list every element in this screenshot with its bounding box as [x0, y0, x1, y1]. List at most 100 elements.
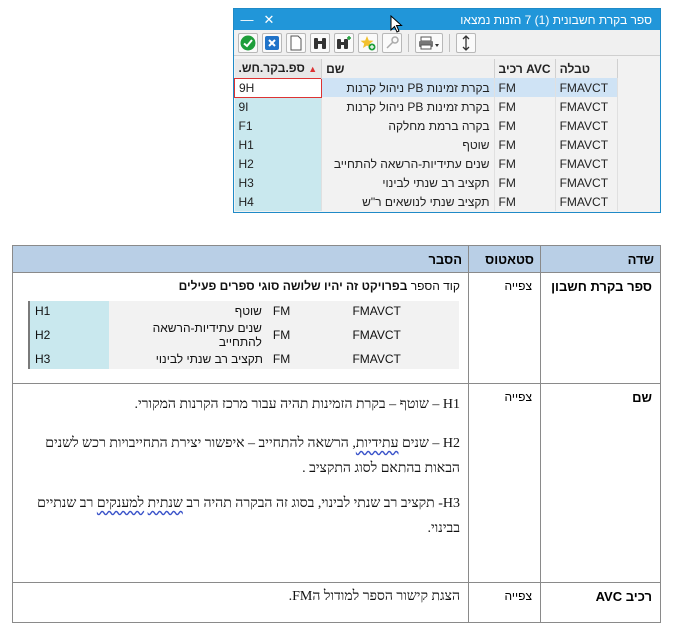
cell-code[interactable]: 9H	[234, 77, 323, 98]
cell-avc[interactable]: FM	[494, 78, 556, 97]
cell-code[interactable]: H1	[234, 135, 323, 154]
table-row[interactable]: F1 בקרה ברמת מחלקה FM FMAVCT	[234, 116, 619, 135]
mouse-cursor-icon	[390, 15, 403, 33]
field-status: צפייה	[468, 383, 541, 583]
header-field: שדה	[540, 245, 661, 273]
cell-name[interactable]: שנים עתידיות-הרשאה להתחייב	[321, 154, 495, 173]
intro-text: קוד הספר בפרויקט זה יהיו שלושה סוגי ספרי…	[21, 279, 460, 293]
cell-code[interactable]: F1	[234, 116, 323, 135]
spec-row: רכיב AVC צפייה הצגת קישור הספר למודול הF…	[12, 582, 661, 623]
cell-table[interactable]: FMAVCT	[555, 78, 619, 97]
printer-icon	[419, 36, 439, 49]
spec-row: שם צפייה H1 – שוטף – בקרת הזמינות תהיה ע…	[12, 383, 661, 583]
star-plus-icon	[360, 35, 376, 50]
cell-name[interactable]: שוטף	[321, 135, 495, 154]
cell-code: H3	[28, 349, 109, 369]
cell-avc[interactable]: FM	[494, 116, 556, 135]
cell-table: FMAVCT	[347, 349, 459, 369]
embedded-book-list: H1 שוטף FM FMAVCT H2 שנים עתידיות-הרשאה …	[28, 301, 460, 369]
find-button[interactable]	[310, 32, 330, 53]
cell-avc[interactable]: FM	[494, 135, 556, 154]
cell-table[interactable]: FMAVCT	[555, 135, 619, 154]
text-run: H3- תקציב רב שנתי לבינוי, בסוג זה הבקרה …	[182, 496, 460, 511]
cell-avc[interactable]: FM	[494, 154, 556, 173]
cancel-icon	[265, 35, 279, 50]
spec-row: ספר בקרת חשבון צפייה קוד הספר בפרויקט זה…	[12, 272, 661, 384]
minimize-icon[interactable]: —	[240, 12, 254, 27]
cell-name[interactable]: בקרה ברמת מחלקה	[321, 116, 495, 135]
cell-code[interactable]: H3	[234, 173, 323, 192]
confirm-button[interactable]	[238, 32, 258, 53]
cell-name[interactable]: ניהול קרנות PB בקרת זמינות	[321, 78, 495, 97]
key-button[interactable]	[382, 32, 402, 53]
column-header-table[interactable]: טבלה	[555, 59, 619, 78]
popup-toolbar	[234, 30, 660, 56]
cell-table: FMAVCT	[347, 321, 459, 349]
checkmark-icon	[240, 35, 256, 50]
spellcheck-text: עתידיות	[355, 436, 399, 451]
cell-table[interactable]: FMAVCT	[555, 154, 619, 173]
table-row[interactable]: H2 שנים עתידיות-הרשאה להתחייב FM FMAVCT	[234, 154, 619, 173]
cell-table[interactable]: FMAVCT	[555, 97, 619, 116]
table-row[interactable]: 9H ניהול קרנות PB בקרת זמינות FM FMAVCT	[234, 77, 619, 98]
text-run: H2 – שנים	[398, 436, 460, 451]
cell-avc: FM	[267, 321, 348, 349]
field-status: צפייה	[468, 272, 541, 384]
cell-avc[interactable]: FM	[494, 192, 556, 211]
document-icon	[290, 35, 302, 50]
popup-title-bar: ספר בקרת חשבונית (1) 7 הזנות נמצאו — ✕	[234, 9, 660, 33]
field-spec-table: שדה סטאטוס הסבר ספר בקרת חשבון צפייה קוד…	[12, 245, 661, 623]
field-explanation: H1 – שוטף – בקרת הזמינות תהיה עבור מרכז …	[12, 383, 469, 583]
binoculars-icon	[314, 37, 326, 49]
paragraph-h1: H1 – שוטף – בקרת הזמינות תהיה עבור מרכז …	[134, 397, 460, 412]
toolbar-separator	[408, 33, 409, 52]
column-header-name[interactable]: שם	[321, 59, 495, 78]
cell-avc[interactable]: FM	[494, 97, 556, 116]
value-help-popup: ספר בקרת חשבונית (1) 7 הזנות נמצאו — ✕ .…	[233, 8, 661, 213]
cell-avc: FM	[267, 349, 348, 369]
field-name: שם	[540, 383, 661, 583]
column-header-code[interactable]: .ספ.בקר.חש ▲	[234, 59, 323, 78]
paragraph-h2: H2 – שנים עתידיות, הרשאה להתחייב – איפשו…	[21, 431, 460, 481]
cell-table: FMAVCT	[347, 301, 459, 321]
print-button[interactable]	[415, 32, 443, 53]
toolbar-separator	[449, 33, 450, 52]
cell-table[interactable]: FMAVCT	[555, 173, 619, 192]
field-explanation: הצגת קישור הספר למודול הFM.	[12, 582, 469, 623]
sort-button[interactable]	[456, 32, 476, 53]
cancel-button[interactable]	[262, 32, 282, 53]
new-entry-button[interactable]	[286, 32, 306, 53]
field-name: ספר בקרת חשבון	[540, 272, 661, 384]
close-icon[interactable]: ✕	[262, 12, 276, 27]
spellcheck-text: למענקים	[96, 496, 145, 511]
list-item: H1 שוטף FM FMAVCT	[28, 301, 459, 321]
add-favorite-button[interactable]	[358, 32, 378, 53]
column-header-avc[interactable]: רכיב AVC	[494, 59, 556, 78]
cell-table[interactable]: FMAVCT	[555, 192, 619, 211]
cell-name[interactable]: תקציב רב שנתי לבינוי	[321, 173, 495, 192]
sort-icon	[462, 34, 470, 51]
key-icon	[386, 35, 399, 49]
binoculars-plus-icon	[337, 35, 351, 49]
cell-code[interactable]: H2	[234, 154, 323, 173]
list-item: H3 תקציב רב שנתי לבינוי FM FMAVCT	[28, 349, 459, 369]
cell-name[interactable]: ניהול קרנות PB בקרת זמינות	[321, 97, 495, 116]
intro-plain: קוד הספר	[407, 279, 460, 293]
find-next-button[interactable]	[334, 32, 354, 53]
table-row[interactable]: H4 תקציב שנתי לנושאים ר"ש FM FMAVCT	[234, 192, 619, 211]
cell-code: H1	[28, 301, 109, 321]
field-explanation: קוד הספר בפרויקט זה יהיו שלושה סוגי ספרי…	[12, 272, 469, 384]
table-row[interactable]: H3 תקציב רב שנתי לבינוי FM FMAVCT	[234, 173, 619, 192]
header-status: סטאטוס	[468, 245, 541, 273]
cell-name[interactable]: תקציב שנתי לנושאים ר"ש	[321, 192, 495, 211]
cell-avc[interactable]: FM	[494, 173, 556, 192]
header-explanation: הסבר	[12, 245, 469, 273]
cell-code[interactable]: 9I	[234, 97, 323, 116]
table-row[interactable]: 9I ניהול קרנות PB בקרת זמינות FM FMAVCT	[234, 97, 619, 116]
spellcheck-text: שנתית	[147, 496, 183, 511]
cell-name: שנים עתידיות-הרשאה להתחייב	[108, 321, 268, 349]
cell-table[interactable]: FMAVCT	[555, 116, 619, 135]
table-row[interactable]: H1 שוטף FM FMAVCT	[234, 135, 619, 154]
cell-code[interactable]: H4	[234, 192, 323, 211]
cell-name: תקציב רב שנתי לבינוי	[108, 349, 268, 369]
